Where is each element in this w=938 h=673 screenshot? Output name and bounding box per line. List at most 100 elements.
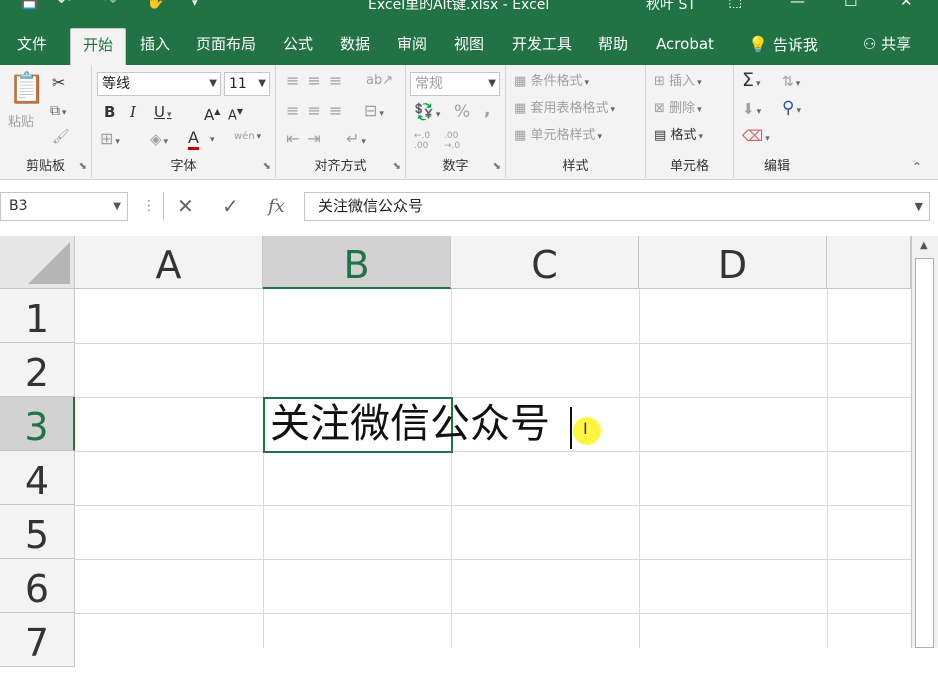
tab-home[interactable]: 开始 [70, 28, 126, 65]
fill-icon[interactable]: ⬇▾ [742, 99, 761, 122]
decrease-decimal-button[interactable]: .00 →.0 [444, 131, 468, 151]
chevron-down-icon: ▼ [488, 73, 496, 95]
tab-formulas[interactable]: 公式 [278, 28, 318, 65]
i-beam-cursor-icon: I [583, 419, 588, 438]
alignment-launcher-icon[interactable]: ⬊ [393, 161, 401, 172]
group-clipboard: 📋 粘贴 ✂ ⧉▾ 🖌 剪贴板 ⬊ [0, 65, 92, 178]
minimize-icon[interactable]: — [790, 0, 805, 10]
italic-button[interactable]: I [130, 102, 136, 122]
worksheet-grid[interactable]: A B C D 1 2 3 4 5 6 7 关注微信公众号 I ▲ [0, 236, 938, 648]
undo-icon[interactable]: ↶ [58, 0, 71, 10]
horizontal-align-icons[interactable]: ≡≡≡ [286, 101, 350, 121]
column-header-a[interactable]: A [75, 236, 263, 289]
cancel-edit-button[interactable]: ✕ [177, 192, 194, 221]
font-color-label: A [188, 128, 199, 147]
scrollbar-thumb[interactable] [915, 258, 934, 648]
comma-button[interactable]: , [484, 100, 490, 120]
number-format-combo[interactable]: 常规 ▼ [410, 72, 500, 96]
save-icon[interactable]: 💾 [20, 0, 39, 10]
maximize-icon[interactable]: ☐ [844, 0, 857, 10]
row-header-7[interactable]: 7 [0, 613, 75, 667]
tab-help[interactable]: 帮助 [592, 28, 634, 65]
underline-button[interactable]: U▾ [154, 102, 172, 125]
currency-icon[interactable]: 💱▾ [414, 102, 440, 125]
paste-icon[interactable]: 📋 [8, 73, 45, 105]
row-header-2[interactable]: 2 [0, 343, 75, 397]
redo-icon[interactable]: ↷ [104, 0, 117, 10]
clipboard-launcher-icon[interactable]: ⬊ [79, 161, 87, 172]
touch-mode-icon[interactable]: ✋ [146, 0, 165, 10]
enter-edit-button[interactable]: ✓ [222, 192, 239, 221]
clear-icon[interactable]: ⌫▾ [742, 126, 770, 149]
orientation-icon[interactable]: ab↗ [366, 71, 393, 91]
formula-input[interactable]: 关注微信公众号▼ [304, 192, 930, 221]
tab-data[interactable]: 数据 [334, 28, 376, 65]
font-color-button[interactable]: A [188, 129, 199, 150]
column-header-c[interactable]: C [451, 236, 639, 289]
tab-developer[interactable]: 开发工具 [506, 28, 578, 65]
tab-file[interactable]: 文件 [8, 28, 56, 65]
tab-insert[interactable]: 插入 [132, 28, 178, 65]
delete-cells-button[interactable]: ⊠ 删除▾ [654, 99, 702, 120]
ribbon-display-icon[interactable]: ⬚ [728, 0, 742, 10]
tab-acrobat[interactable]: Acrobat [650, 28, 720, 65]
vertical-scrollbar[interactable]: ▲ [911, 236, 938, 648]
border-icon[interactable]: ⊞▾ [100, 129, 120, 152]
conditional-format-icon: ▦ [514, 74, 526, 89]
conditional-format-button[interactable]: ▦ 条件格式▾ [514, 72, 589, 93]
scroll-up-icon[interactable]: ▲ [920, 240, 928, 251]
collapse-ribbon-icon[interactable]: ⌃ [912, 157, 922, 177]
column-header-b[interactable]: B [263, 236, 451, 289]
tab-view[interactable]: 视图 [448, 28, 490, 65]
copy-icon[interactable]: ⧉▾ [50, 101, 67, 123]
column-header-d[interactable]: D [639, 236, 827, 289]
sort-filter-icon[interactable]: ⇅▾ [782, 72, 800, 94]
percent-button[interactable]: % [454, 102, 470, 122]
paste-label[interactable]: 粘贴 [8, 113, 34, 133]
phonetic-button[interactable]: wén▾ [234, 127, 261, 147]
chevron-down-icon[interactable]: ▼ [915, 193, 923, 220]
bold-button[interactable]: B [104, 102, 115, 122]
number-format-value: 常规 [415, 76, 443, 92]
find-select-icon[interactable]: ⚲▾ [782, 98, 801, 121]
formula-divider [163, 192, 164, 221]
font-name-combo[interactable]: 等线▼ [97, 72, 221, 96]
close-icon[interactable]: ✕ [900, 0, 913, 10]
user-name[interactable]: 秋叶 ST [646, 0, 696, 14]
number-launcher-icon[interactable]: ⬊ [493, 161, 501, 172]
column-header-e-partial[interactable] [827, 236, 911, 289]
fill-color-icon[interactable]: ◈▾ [150, 129, 168, 152]
row-header-1[interactable]: 1 [0, 289, 75, 343]
indent-icons[interactable]: ⇤⇥ [286, 129, 329, 149]
shrink-font-button[interactable]: A▼ [228, 102, 243, 126]
insert-function-button[interactable]: fx [268, 192, 285, 221]
row-header-5[interactable]: 5 [0, 505, 75, 559]
autosum-button[interactable]: Σ▾ [742, 70, 761, 94]
share-button[interactable]: ⚇ 共享 [856, 28, 918, 65]
cells-label: 单元格 [646, 155, 733, 174]
vertical-align-icons[interactable]: ≡≡≡ [286, 71, 350, 91]
cell-styles-button[interactable]: ▦ 单元格样式▾ [514, 126, 602, 147]
row-header-3[interactable]: 3 [0, 397, 75, 451]
name-box[interactable]: B3▼ [0, 192, 128, 221]
insert-cells-button[interactable]: ⊞ 插入▾ [654, 72, 702, 93]
tell-me[interactable]: 💡 告诉我 [742, 28, 824, 65]
font-color-dropdown-icon[interactable]: ▾ [208, 129, 215, 150]
select-all-button[interactable] [0, 236, 75, 289]
font-size-combo[interactable]: 11▼ [224, 72, 270, 96]
wrap-text-icon[interactable]: ↵▾ [346, 129, 366, 152]
window-title: Excel里的Alt键.xlsx - Excel [368, 0, 549, 14]
format-cells-button[interactable]: ▤ 格式▾ [654, 126, 703, 147]
grow-font-button[interactable]: A▲ [204, 102, 220, 125]
increase-decimal-button[interactable]: ←.0 .00 [414, 131, 438, 151]
customize-toolbar-icon[interactable]: ▾ [192, 0, 198, 9]
format-table-button[interactable]: ▦ 套用表格格式▾ [514, 99, 615, 120]
merge-center-icon[interactable]: ⊟▾ [364, 101, 384, 124]
row-header-6[interactable]: 6 [0, 559, 75, 613]
row-header-4[interactable]: 4 [0, 451, 75, 505]
cut-icon[interactable]: ✂ [52, 73, 65, 93]
font-launcher-icon[interactable]: ⬊ [263, 161, 271, 172]
tab-page-layout[interactable]: 页面布局 [190, 28, 262, 65]
tab-review[interactable]: 审阅 [392, 28, 432, 65]
format-painter-icon[interactable]: 🖌 [52, 127, 70, 147]
